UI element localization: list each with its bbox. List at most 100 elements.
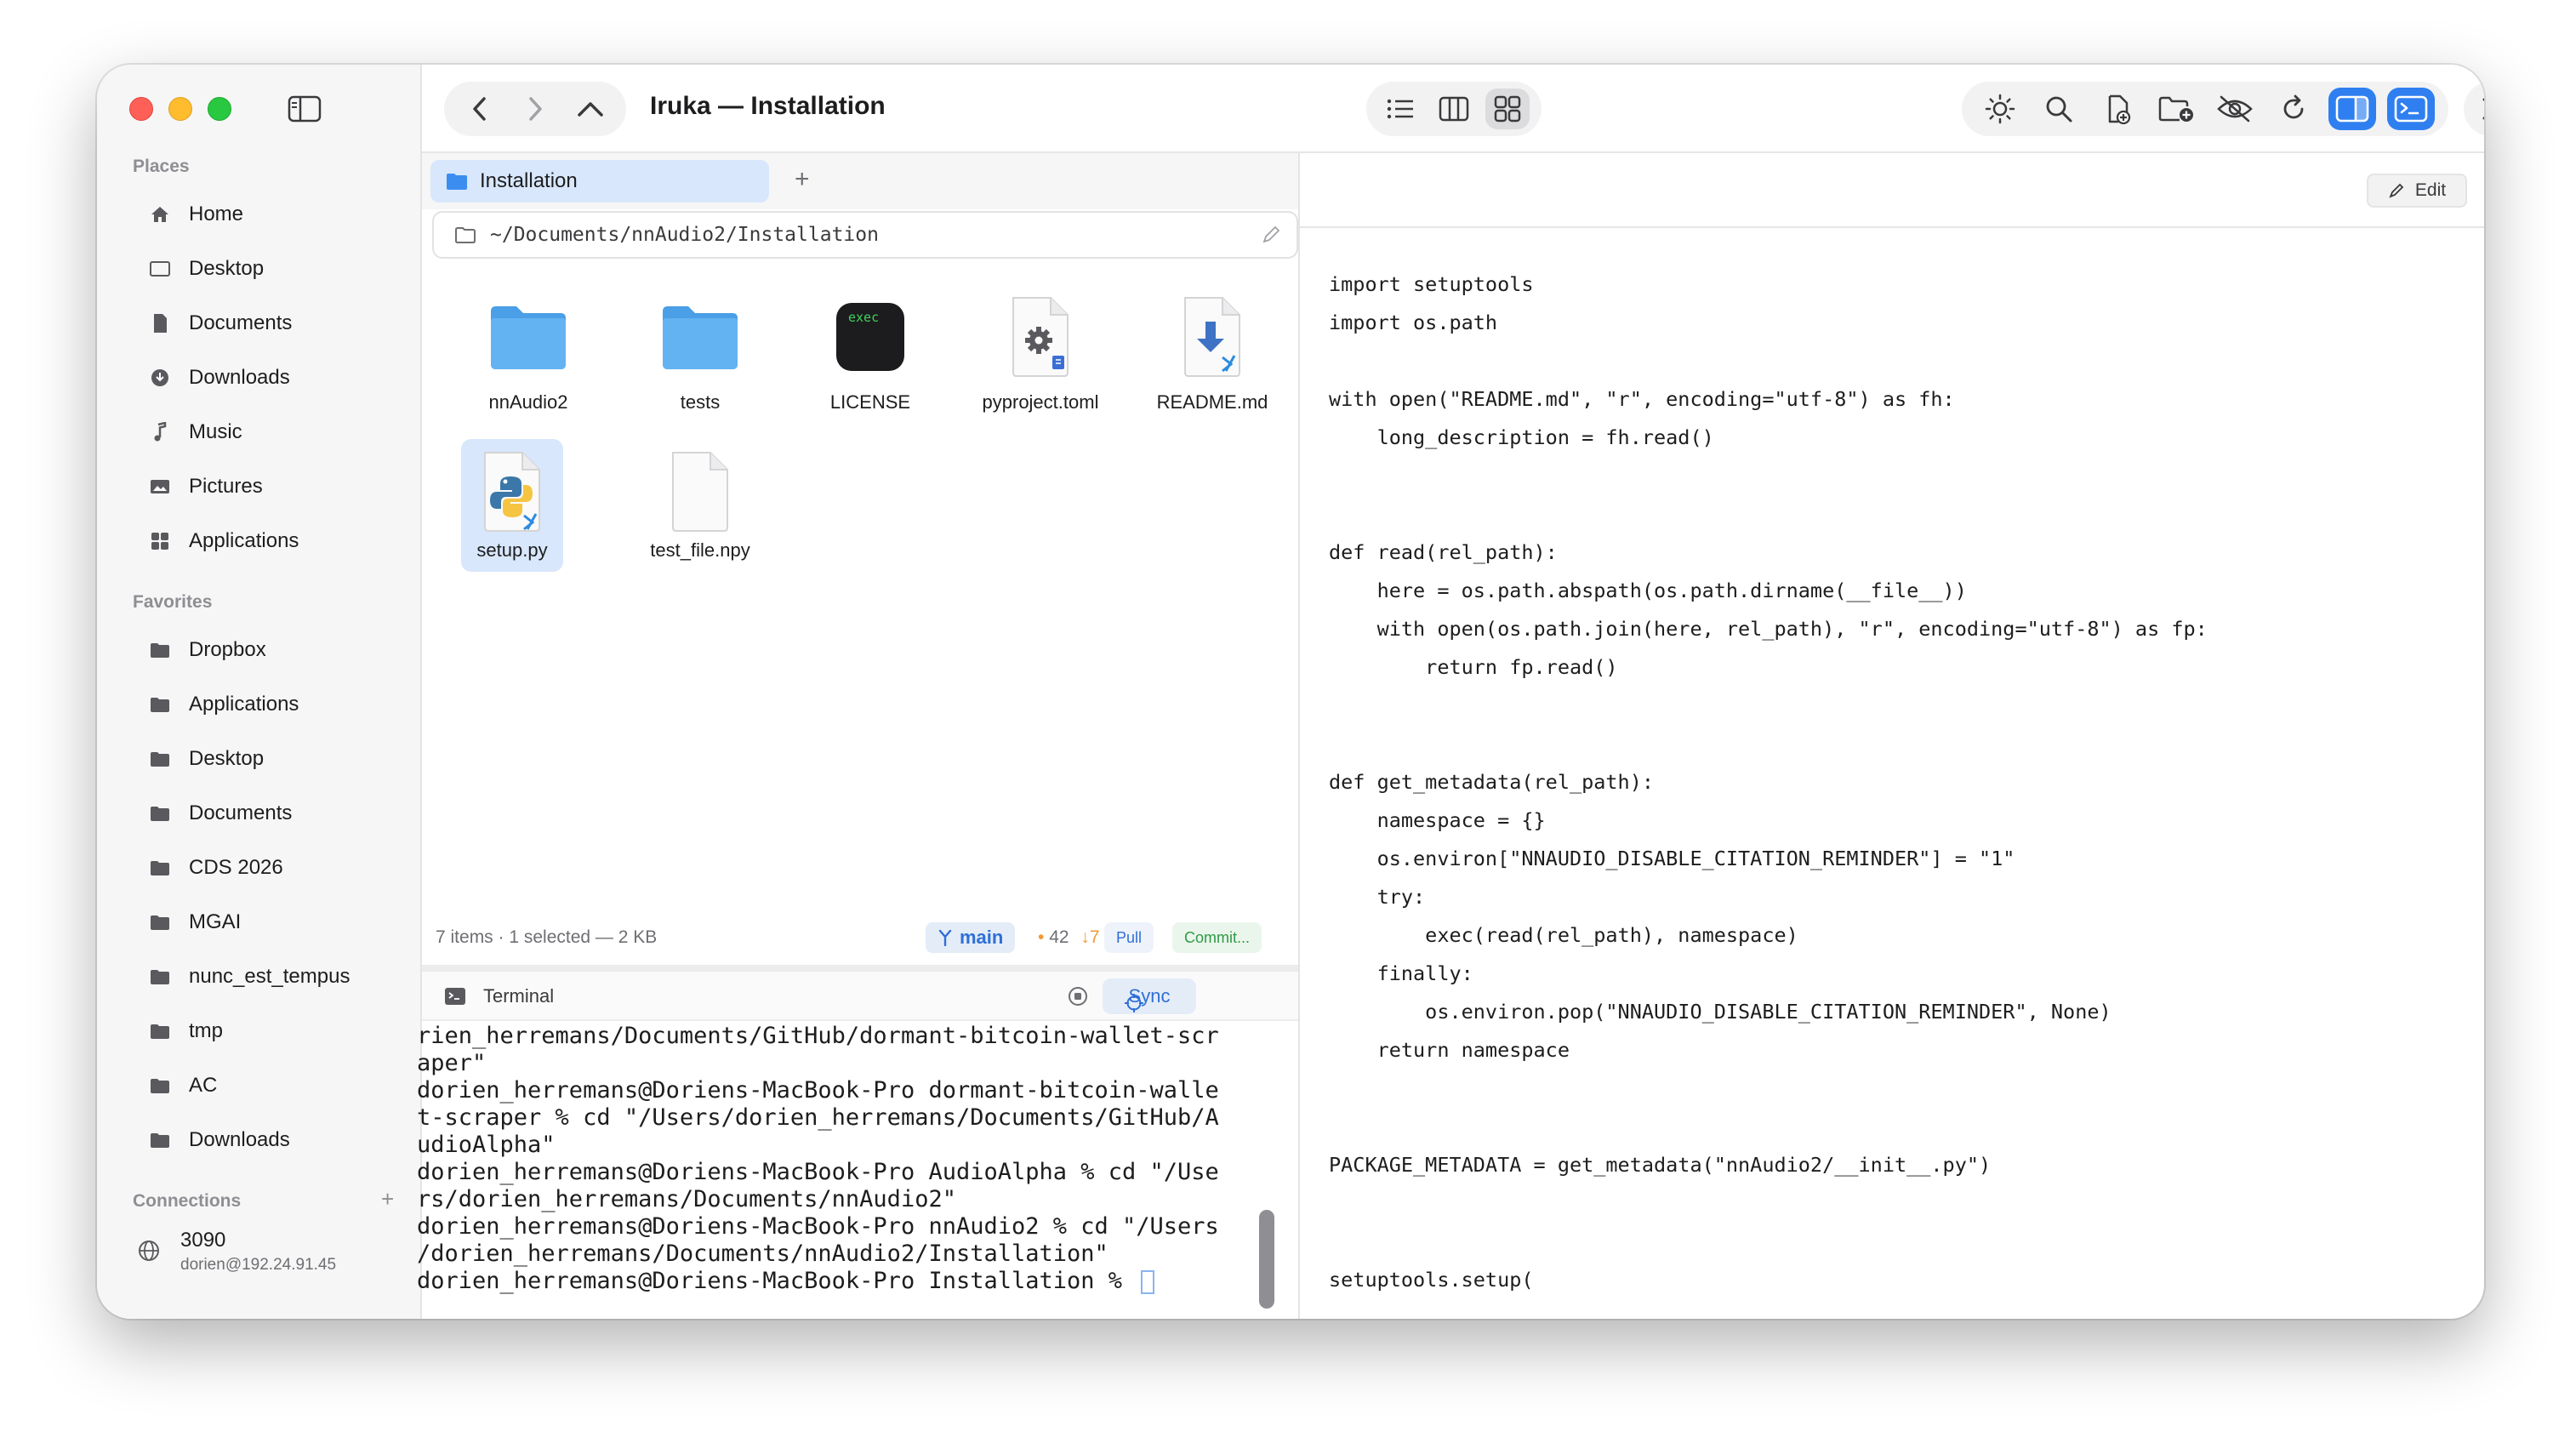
git-changes: • 42 ↓7 [1038,927,1100,948]
house-icon [148,202,172,226]
connections-section-title: Connections [133,1191,242,1211]
close-window-button[interactable] [129,97,153,121]
toggle-terminal-button[interactable] [2386,88,2435,130]
terminal-cursor[interactable] [1141,1269,1155,1294]
sidebar-item-nunc-est-tempus[interactable]: nunc_est_tempus [148,956,403,997]
refresh-button[interactable] [2270,88,2317,130]
terminal-prompt-line: dorien_herremans@Doriens-MacBook-Pro Ins… [417,1268,1276,1295]
pencil-icon[interactable] [1261,225,1281,245]
sidebar-item-downloads-fav[interactable]: Downloads [148,1120,403,1161]
gear-document-icon [998,294,1083,379]
code-line: exec(read(rel_path), namespace) [1329,923,1798,947]
appearance-button[interactable] [1976,88,2024,130]
new-tab-button[interactable]: + [795,165,810,194]
back-button[interactable] [463,92,497,126]
grid-icon [148,529,172,553]
code-line: namespace = {} [1329,808,1546,832]
sidebar-item-desktop-fav[interactable]: Desktop [148,739,403,779]
file-item-setup-py[interactable]: setup.py [461,439,563,572]
sidebar-item-applications[interactable]: Applications [148,521,403,562]
column-view-button[interactable] [1432,88,1476,129]
behind-count: 7 [1089,927,1100,947]
sidebar-item-documents-fav[interactable]: Documents [148,793,403,834]
add-connection-button[interactable]: + [381,1186,394,1212]
file-item-tests[interactable]: tests [624,276,776,424]
code-preview[interactable]: import setuptools import os.path with open… [1329,265,2469,1315]
forward-button[interactable] [518,92,552,126]
new-file-icon [2108,94,2130,124]
sidebar-item-label: MGAI [189,910,242,933]
file-name: test_file.npy [650,539,750,561]
code-line: here = os.path.abspath(os.path.dirname(_… [1329,579,1967,602]
tab-installation[interactable]: Installation [430,160,769,202]
crosshair-icon [1125,994,1143,1012]
git-commit-button[interactable]: Commit... [1172,922,1262,953]
terminal-sync-button[interactable]: Sync [1103,978,1196,1014]
folder-outline-icon [454,225,476,244]
sidebar-item-mgai[interactable]: MGAI [148,902,403,943]
code-line: return namespace [1329,1038,1570,1062]
code-line: os.environ.pop("NNAUDIO_DISABLE_CITATION… [1329,1000,2112,1024]
places-section-title: Places [133,157,190,176]
folder-icon [148,965,172,989]
path-field[interactable]: ~/Documents/nnAudio2/Installation [432,211,1298,259]
toggle-hidden-files-button[interactable] [2211,88,2259,130]
exec-badge-text: exec [848,310,879,325]
git-branch-button[interactable]: main [926,922,1016,953]
sidebar-item-dropbox[interactable]: Dropbox [148,630,403,670]
git-pull-button[interactable]: Pull [1104,922,1154,953]
edit-button[interactable]: Edit [2367,174,2467,208]
terminal-line: dorien_herremans@Doriens-MacBook-Pro Aud… [417,1159,1219,1185]
file-item-license[interactable]: exec LICENSE [795,276,946,424]
file-item-test-file-npy[interactable]: test_file.npy [624,439,776,587]
code-line: with open("README.md", "r", encoding="ut… [1329,387,1955,411]
executable-icon: exec [828,294,913,379]
sidebar-item-label: Applications [189,529,299,552]
more-tools-button[interactable] [2464,82,2484,136]
connection-address: dorien@192.24.91.45 [180,1256,337,1274]
edit-label: Edit [2414,180,2447,200]
tab-bar: Installation + [422,153,1298,209]
terminal-icon [2394,95,2427,123]
sidebar-toggle-icon[interactable] [288,95,322,123]
sidebar-item-downloads[interactable]: Downloads [148,357,403,398]
file-name: pyproject.toml [982,391,1099,413]
sidebar-item-tmp[interactable]: tmp [148,1011,403,1052]
terminal-output[interactable]: rien_herremans/Documents/GitHub/dormant-… [417,1023,1276,1317]
sidebar-item-music[interactable]: Music [148,412,403,453]
split-divider[interactable] [1298,153,1300,1319]
file-item-nnaudio2[interactable]: nnAudio2 [453,276,604,424]
folder-icon [148,801,172,825]
connection-item[interactable]: 3090 dorien@192.24.91.45 [138,1229,336,1275]
sidebar-item-applications-fav[interactable]: Applications [148,684,403,725]
list-view-button[interactable] [1378,88,1422,129]
file-item-pyproject[interactable]: pyproject.toml [965,276,1116,424]
file-item-readme[interactable]: README.md [1137,276,1288,424]
icon-view-button[interactable] [1485,88,1530,129]
sidebar-item-cds-2026[interactable]: CDS 2026 [148,847,403,888]
sidebar-item-label: Dropbox [189,638,266,661]
stop-circle-icon[interactable] [1067,985,1089,1007]
pane-splitter[interactable] [422,965,1298,972]
sidebar-item-pictures[interactable]: Pictures [148,466,403,507]
zoom-window-button[interactable] [208,97,231,121]
new-file-button[interactable] [2094,88,2141,130]
parent-folder-button[interactable] [573,92,607,126]
changes-dot: • [1038,927,1045,947]
sidebar: Places Home Desktop Documents Downloads … [97,65,422,1319]
toggle-preview-pane-button[interactable] [2328,88,2376,130]
window-controls [129,97,231,121]
sidebar-item-home[interactable]: Home [148,194,403,235]
double-chevron-right-icon [2482,98,2484,120]
sidebar-item-ac[interactable]: AC [148,1065,403,1106]
new-folder-button[interactable] [2152,88,2200,130]
minimize-window-button[interactable] [168,97,192,121]
terminal-scrollbar[interactable] [1259,1210,1274,1309]
search-button[interactable] [2035,88,2083,130]
sidebar-item-desktop[interactable]: Desktop [148,248,403,289]
terminal-line: aper" [417,1050,487,1076]
sidebar-item-documents[interactable]: Documents [148,303,403,344]
